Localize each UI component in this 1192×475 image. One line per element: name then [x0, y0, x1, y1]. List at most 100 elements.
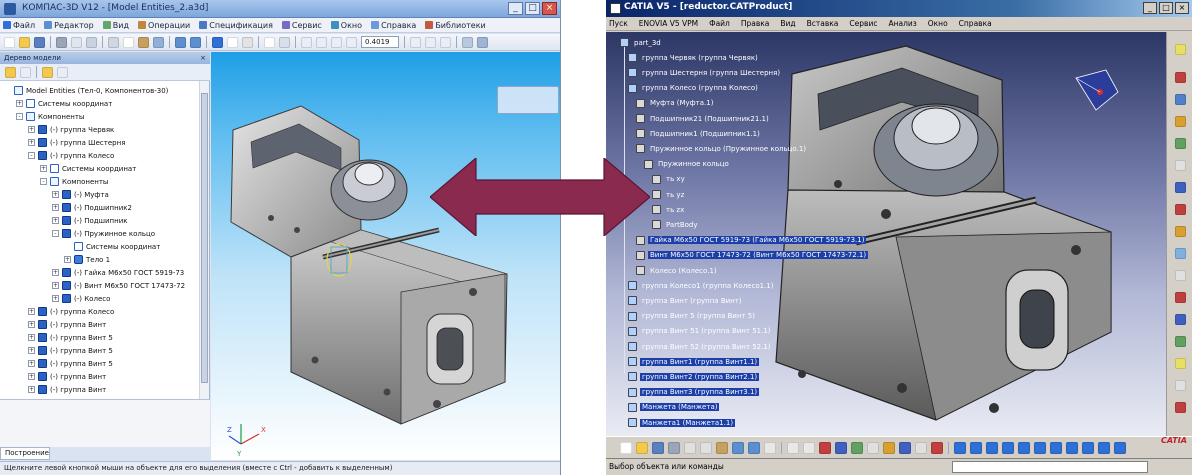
compass-reset-icon[interactable] [899, 441, 911, 454]
spec-tree-row[interactable]: ть zx [652, 203, 686, 216]
menu-item[interactable]: Окно [330, 21, 362, 30]
tree-row[interactable]: + (-) Гайка М6х50 ГОСТ 5919-73 [52, 266, 184, 279]
spec-tree-row[interactable]: группа Червяк (группа Червяк) [628, 51, 760, 64]
spec-tree-row[interactable]: группа Винт 51 (группа Винт 51.1) [628, 325, 773, 338]
tree-settings-icon[interactable] [42, 66, 53, 78]
open-icon[interactable] [636, 441, 648, 454]
menu-item[interactable]: ENOVIA V5 VPM [639, 19, 698, 28]
expand-icon[interactable]: + [28, 360, 35, 367]
spec-tree-row[interactable]: part_3d [620, 36, 663, 49]
expand-icon[interactable]: + [52, 191, 59, 198]
menu-item[interactable]: Пуск [609, 19, 628, 28]
menu-item[interactable]: Вставка [807, 19, 839, 28]
pan-icon[interactable] [410, 36, 421, 48]
pan-icon[interactable] [986, 441, 998, 454]
collapse-icon[interactable]: - [28, 152, 35, 159]
expand-icon[interactable]: + [28, 334, 35, 341]
expand-icon[interactable]: + [16, 100, 23, 107]
save-icon[interactable] [34, 36, 45, 48]
existing-component-icon[interactable] [1175, 160, 1186, 171]
explode-icon[interactable] [1175, 226, 1186, 237]
paste-icon[interactable] [716, 441, 728, 454]
tree-row[interactable]: + Тело 1 [64, 253, 110, 266]
redo-icon[interactable] [748, 441, 760, 454]
collapse-icon[interactable]: - [16, 113, 23, 120]
measure-between-icon[interactable] [883, 441, 895, 454]
new-icon[interactable] [620, 441, 632, 454]
minimize-icon[interactable]: _ [1143, 2, 1157, 14]
fx-icon[interactable] [242, 36, 253, 48]
snap-icon[interactable] [1175, 204, 1186, 215]
tree-row[interactable]: + (-) группа Винт 5 [28, 331, 113, 344]
spec-tree-row[interactable]: Муфта (Муфта.1) [636, 97, 715, 110]
format-icon[interactable] [153, 36, 164, 48]
spec-tree-row[interactable]: группа Винт3 (группа Винт3.1) [628, 386, 760, 399]
redo-icon[interactable] [190, 36, 201, 48]
tree-row[interactable]: + Системы координат [40, 162, 136, 175]
measure-icon[interactable] [1175, 380, 1186, 391]
menu-item[interactable]: Сервис [281, 21, 322, 30]
component-icon[interactable] [1175, 94, 1186, 105]
tab-build[interactable]: Построение [0, 447, 50, 460]
tree-row[interactable]: + (-) группа Шестерня [28, 136, 125, 149]
quick-view-icon[interactable] [1066, 441, 1078, 454]
fly-mode-icon[interactable] [954, 441, 966, 454]
coincidence-icon[interactable] [1175, 248, 1186, 259]
tree-row[interactable]: - Компоненты [16, 110, 84, 123]
collapse-icon[interactable]: - [40, 178, 47, 185]
tree-row[interactable]: + (-) группа Винт 5 [28, 357, 113, 370]
spec-tree-row[interactable]: группа Винт 5 (группа Винт 5) [628, 310, 757, 323]
spec-tree-row[interactable]: группа Колесо1 (группа Колесо1.1) [628, 279, 775, 292]
open-icon[interactable] [19, 36, 30, 48]
save-icon[interactable] [652, 441, 664, 454]
cut-icon[interactable] [684, 441, 696, 454]
build-order-icon[interactable] [5, 66, 16, 78]
part-icon[interactable] [1175, 138, 1186, 149]
tree-row[interactable]: + (-) Подшипник2 [52, 201, 132, 214]
preview-icon[interactable] [71, 36, 82, 48]
spec-tree-row[interactable]: группа Винт1 (группа Винт1.1) [628, 355, 760, 368]
rotate-icon[interactable] [1002, 441, 1014, 454]
spec-tree-row[interactable]: ть yz [652, 188, 686, 201]
menu-item[interactable]: Операции [137, 21, 190, 30]
paste-icon[interactable] [138, 36, 149, 48]
spec-tree-row[interactable]: Подшипник21 (Подшипник21.1) [636, 112, 771, 125]
section-icon[interactable] [867, 441, 879, 454]
catia-3d-viewport[interactable]: part_3d группа Червяк (группа Червяк) груп… [606, 32, 1166, 436]
expand-icon[interactable]: + [52, 282, 59, 289]
tree-row[interactable]: + (-) Винт М6х50 ГОСТ 17473-72 [52, 279, 185, 292]
tree-row[interactable]: + (-) группа Колесо [28, 305, 114, 318]
close-icon[interactable]: × [1175, 2, 1189, 14]
zoom-window-icon[interactable] [316, 36, 327, 48]
spec-tree-row[interactable]: Гайка М6х50 ГОСТ 5919-73 (Гайка М6х50 ГО… [636, 234, 867, 247]
expand-icon[interactable]: + [28, 386, 35, 393]
expand-icon[interactable]: + [64, 256, 71, 263]
catia-command-input[interactable] [952, 461, 1148, 473]
scene-icon[interactable] [851, 441, 863, 454]
spec-tree-row[interactable]: Манжета (Манжета) [628, 401, 720, 414]
expand-icon[interactable]: + [28, 308, 35, 315]
undo-icon[interactable] [732, 441, 744, 454]
tree-row[interactable]: + (-) группа Винт [28, 318, 106, 331]
tree-row[interactable]: Системы координат [64, 240, 160, 253]
zoom-out-icon[interactable] [331, 36, 342, 48]
minimize-icon[interactable]: _ [508, 2, 523, 15]
spec-tree-row[interactable]: ть xy [652, 173, 687, 186]
tree-row[interactable]: + (-) группа Винт [28, 383, 106, 396]
swap-space-icon[interactable] [1114, 441, 1126, 454]
knowledge-icon[interactable] [803, 441, 815, 454]
wireframe-icon[interactable] [462, 36, 473, 48]
tree-row[interactable]: + Системы координат [16, 97, 112, 110]
expand-icon[interactable]: + [52, 295, 59, 302]
hide-show-icon[interactable] [1098, 441, 1110, 454]
whats-this-icon[interactable] [764, 441, 776, 454]
tree-row[interactable]: Model Entities (Тел-0, Компонентов-30) [4, 84, 168, 97]
update-icon[interactable] [1175, 358, 1186, 369]
spec-tree-row[interactable]: группа Шестерня (группа Шестерня) [628, 66, 782, 79]
menu-item[interactable]: Анализ [888, 19, 916, 28]
zoom-out-icon[interactable] [1034, 441, 1046, 454]
shading-icon[interactable] [1082, 441, 1094, 454]
expand-icon[interactable]: + [28, 373, 35, 380]
offset-icon[interactable] [1175, 292, 1186, 303]
menu-item[interactable]: Вид [780, 19, 795, 28]
